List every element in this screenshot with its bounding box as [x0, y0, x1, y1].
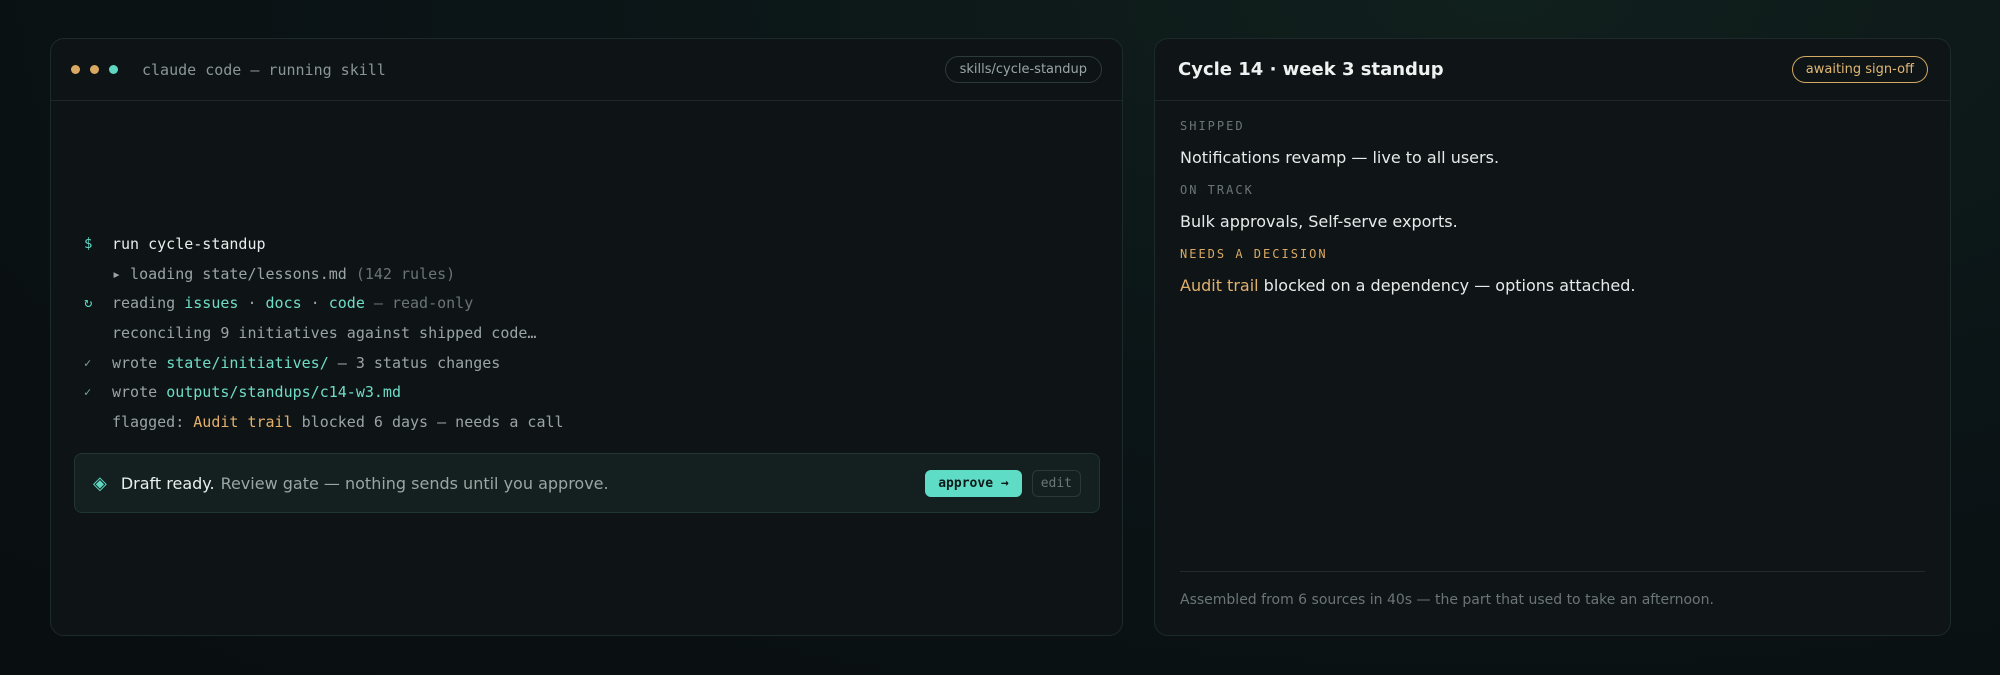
- line-muted: (142 rules): [355, 264, 456, 283]
- standup-header: Cycle 14 · week 3 standup awaiting sign-…: [1155, 39, 1950, 101]
- window-dot-3: [109, 65, 118, 74]
- draft-status: Draft ready.: [120, 473, 215, 493]
- section-label-on-track: ON TRACK: [1180, 183, 1254, 197]
- source-issues: issues: [184, 294, 239, 313]
- terminal-header: claude code — running skill skills/cycle…: [51, 39, 1122, 101]
- skill-chip[interactable]: skills/cycle-standup: [944, 56, 1102, 83]
- standup-footer: Assembled from 6 sources in 40s — the pa…: [1180, 592, 1714, 608]
- line-text: — 3 status changes: [328, 353, 501, 372]
- window-dot-1: [71, 65, 80, 74]
- source-docs: docs: [265, 294, 302, 313]
- draft-review-bar: ◈ Draft ready. Review gate — nothing sen…: [74, 453, 1100, 513]
- section-text-needs-decision: Audit trail blocked on a dependency — op…: [1180, 276, 1925, 295]
- line-text: reconciling 9 initiatives against shippe…: [112, 324, 537, 343]
- check-icon: ✓: [84, 355, 92, 370]
- flagged-item: Audit trail: [193, 413, 293, 432]
- terminal-output: $ run cycle-standup ▸ loading state/less…: [84, 230, 1100, 438]
- section-label-needs-decision: NEEDS A DECISION: [1180, 247, 1328, 261]
- section-label-shipped: SHIPPED: [1180, 119, 1245, 133]
- line-text: wrote: [112, 383, 167, 402]
- separator: ·: [301, 294, 329, 313]
- line-muted: — read-only: [364, 294, 474, 313]
- line-text: wrote: [112, 353, 167, 372]
- terminal-title: claude code — running skill: [142, 60, 386, 79]
- approve-button[interactable]: approve →: [925, 469, 1022, 497]
- file-path: outputs/standups/c14-w3.md: [166, 383, 401, 402]
- terminal-line: ✓ wrote state/initiatives/ — 3 status ch…: [84, 349, 1100, 379]
- refresh-icon: ↻: [84, 295, 93, 312]
- terminal-line: ↻ reading issues · docs · code — read-on…: [84, 289, 1100, 319]
- check-icon: ✓: [84, 385, 92, 400]
- section-text-shipped: Notifications revamp — live to all users…: [1180, 148, 1500, 167]
- terminal-line: ✓ wrote outputs/standups/c14-w3.md: [84, 378, 1100, 408]
- decision-item[interactable]: Audit trail: [1180, 276, 1259, 295]
- terminal-line: $ run cycle-standup: [84, 230, 1100, 260]
- terminal-panel: claude code — running skill skills/cycle…: [50, 38, 1123, 636]
- prompt-icon: $: [84, 236, 93, 252]
- decision-text: blocked on a dependency — options attach…: [1258, 276, 1636, 295]
- source-code: code: [328, 294, 365, 313]
- diamond-icon: ◈: [93, 472, 107, 494]
- standup-body: SHIPPED Notifications revamp — live to a…: [1180, 119, 1925, 311]
- draft-message: Review gate — nothing sends until you ap…: [220, 473, 609, 493]
- line-text: flagged:: [112, 413, 194, 432]
- section-text-on-track: Bulk approvals, Self-serve exports.: [1180, 212, 1458, 231]
- terminal-line: flagged: Audit trail blocked 6 days — ne…: [84, 408, 1100, 438]
- edit-button[interactable]: edit: [1031, 469, 1081, 497]
- file-path: state/initiatives/: [166, 353, 329, 372]
- line-text: reading: [112, 294, 185, 313]
- window-dot-2: [90, 65, 99, 74]
- footer-divider: [1180, 571, 1925, 572]
- status-badge: awaiting sign-off: [1791, 56, 1928, 83]
- line-text: blocked 6 days — needs a call: [292, 413, 564, 432]
- terminal-line: reconciling 9 initiatives against shippe…: [84, 319, 1100, 349]
- separator: ·: [238, 294, 266, 313]
- command-text: run cycle-standup: [112, 235, 266, 253]
- line-text: ▸ loading state/lessons.md: [112, 264, 347, 283]
- standup-title: Cycle 14 · week 3 standup: [1178, 59, 1444, 80]
- standup-panel: Cycle 14 · week 3 standup awaiting sign-…: [1154, 38, 1951, 636]
- terminal-line: ▸ loading state/lessons.md (142 rules): [84, 260, 1100, 290]
